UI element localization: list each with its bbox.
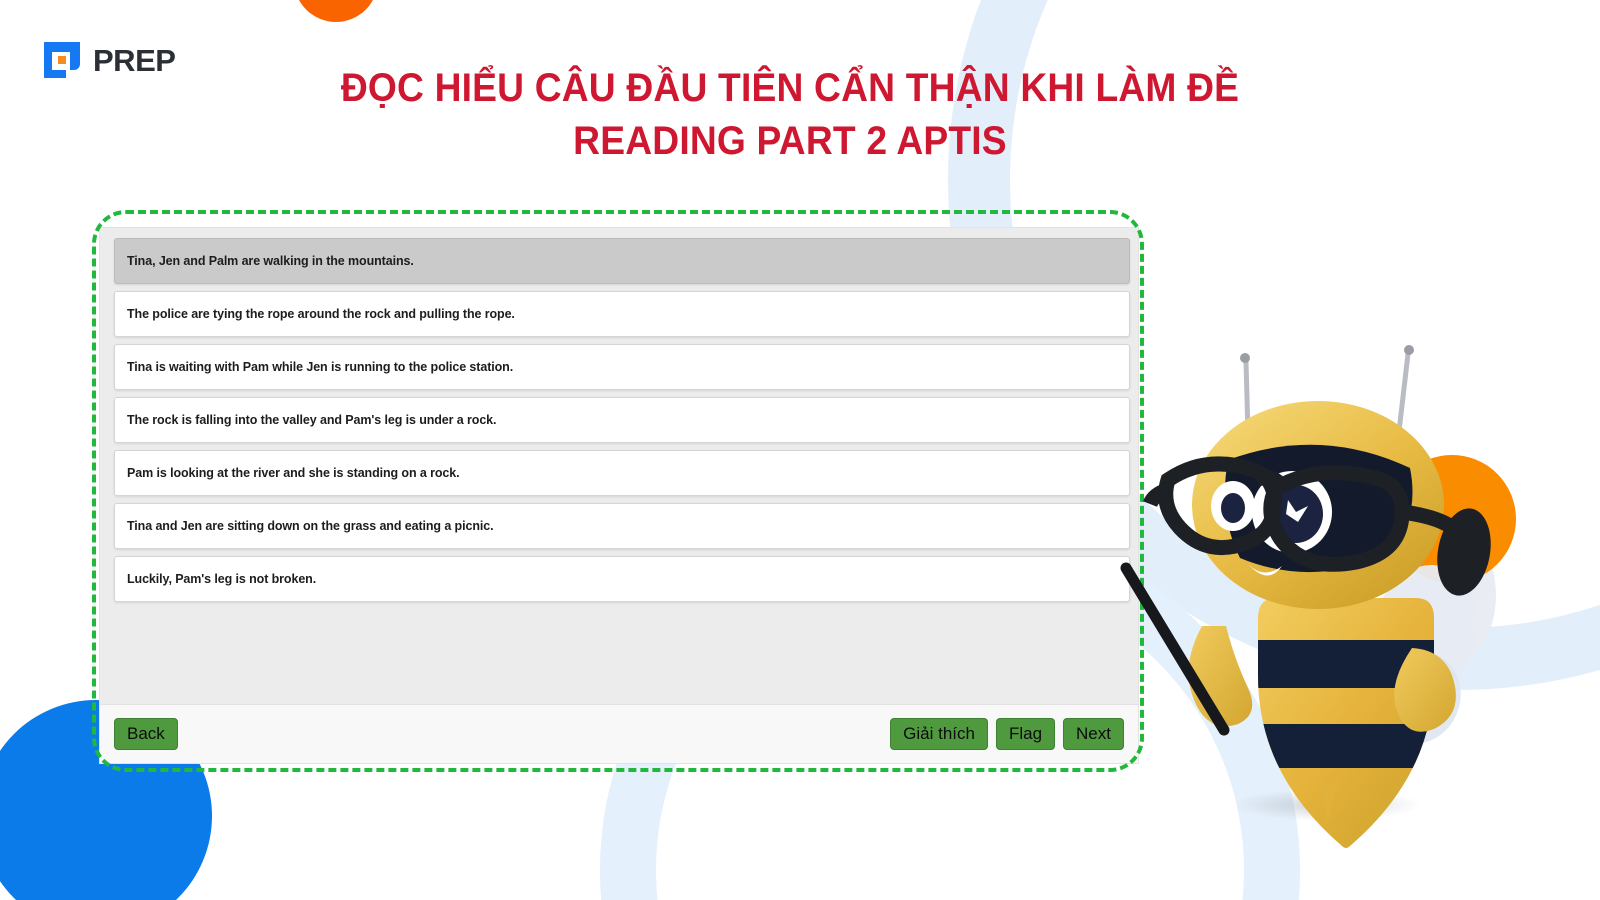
list-item[interactable]: Tina is waiting with Pam while Jen is ru… xyxy=(114,344,1130,390)
prep-logo-text: PREP xyxy=(93,42,176,78)
test-panel-footer: Back Giải thích Flag Next xyxy=(100,704,1138,763)
list-item[interactable]: Luckily, Pam's leg is not broken. xyxy=(114,556,1130,602)
list-item-text: Tina is waiting with Pam while Jen is ru… xyxy=(127,360,514,374)
sentence-order-list: Tina, Jen and Palm are walking in the mo… xyxy=(100,228,1138,609)
list-item[interactable]: The police are tying the rope around the… xyxy=(114,291,1130,337)
aptis-test-screenshot: Tina, Jen and Palm are walking in the mo… xyxy=(100,228,1138,763)
back-button[interactable]: Back xyxy=(114,717,178,751)
flag-button[interactable]: Flag xyxy=(995,717,1056,751)
next-button[interactable]: Next xyxy=(1063,717,1124,751)
page-title-line-1: ĐỌC HIỂU CÂU ĐẦU TIÊN CẨN THẬN KHI LÀM Đ… xyxy=(340,66,1240,110)
list-item-text: Tina, Jen and Palm are walking in the mo… xyxy=(127,254,414,268)
list-item-text: The rock is falling into the valley and … xyxy=(127,413,497,427)
orange-circle-top xyxy=(294,0,378,22)
list-item[interactable]: Tina, Jen and Palm are walking in the mo… xyxy=(114,238,1130,284)
explain-button[interactable]: Giải thích xyxy=(890,717,988,751)
list-item-text: The police are tying the rope around the… xyxy=(127,307,515,321)
prep-bee-mascot xyxy=(1120,330,1540,850)
page-title-line-2: READING PART 2 APTIS xyxy=(573,119,1007,164)
page-title: ĐỌC HIỂU CÂU ĐẦU TIÊN CẨN THẬN KHI LÀM Đ… xyxy=(241,62,1338,168)
list-item-text: Luckily, Pam's leg is not broken. xyxy=(127,572,317,586)
list-item-text: Pam is looking at the river and she is s… xyxy=(127,466,460,480)
list-item-text: Tina and Jen are sitting down on the gra… xyxy=(127,519,494,533)
list-item[interactable]: The rock is falling into the valley and … xyxy=(114,397,1130,443)
list-item[interactable]: Tina and Jen are sitting down on the gra… xyxy=(114,503,1130,549)
list-item[interactable]: Pam is looking at the river and she is s… xyxy=(114,450,1130,496)
prep-square-logo-icon xyxy=(40,38,84,82)
footer-actions: Giải thích Flag Next xyxy=(890,717,1124,751)
prep-logo[interactable]: PREP xyxy=(40,38,176,82)
